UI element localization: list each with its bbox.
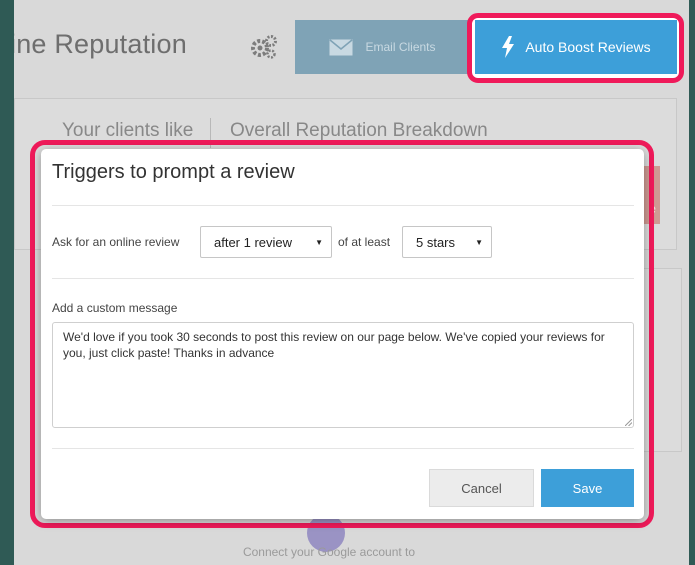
- app-canvas: ine Reputation Email Clients Auto Boost …: [14, 0, 689, 565]
- review-triggers-modal: Triggers to prompt a review Ask for an o…: [41, 149, 644, 519]
- at-least-label: of at least: [338, 235, 391, 249]
- cancel-button[interactable]: Cancel: [429, 469, 534, 507]
- gears-icon[interactable]: [250, 34, 278, 60]
- auto-boost-reviews-button[interactable]: Auto Boost Reviews: [475, 20, 677, 74]
- custom-message-textarea[interactable]: We'd love if you took 30 seconds to post…: [52, 322, 634, 428]
- modal-title: Triggers to prompt a review: [52, 161, 295, 183]
- tab-reputation-breakdown[interactable]: Overall Reputation Breakdown: [230, 120, 488, 142]
- lightning-bolt-icon: [502, 36, 515, 58]
- custom-message-label: Add a custom message: [52, 301, 178, 315]
- email-clients-label: Email Clients: [365, 40, 436, 54]
- modal-divider: [52, 205, 634, 206]
- save-button[interactable]: Save: [541, 469, 634, 507]
- modal-divider: [52, 448, 634, 449]
- email-clients-button[interactable]: Email Clients: [295, 20, 470, 74]
- resize-handle-icon[interactable]: [625, 419, 632, 426]
- window-frame-right: [689, 0, 695, 565]
- caret-down-icon: ▼: [475, 237, 483, 247]
- caret-down-icon: ▼: [315, 237, 323, 247]
- envelope-icon: [329, 38, 353, 55]
- review-count-value: after 1 review: [214, 234, 293, 250]
- ask-review-label: Ask for an online review: [52, 235, 180, 249]
- window-frame-left: [0, 0, 14, 565]
- tab-clients-like[interactable]: Your clients like: [62, 120, 193, 142]
- modal-divider: [52, 278, 634, 279]
- auto-boost-reviews-label: Auto Boost Reviews: [525, 39, 651, 55]
- star-rating-value: 5 stars: [416, 234, 456, 250]
- connect-google-text: Connect your Google account to: [242, 545, 416, 559]
- review-count-select[interactable]: after 1 review ▼: [200, 226, 332, 258]
- star-rating-select[interactable]: 5 stars ▼: [402, 226, 492, 258]
- page-title: ine Reputation: [14, 29, 187, 59]
